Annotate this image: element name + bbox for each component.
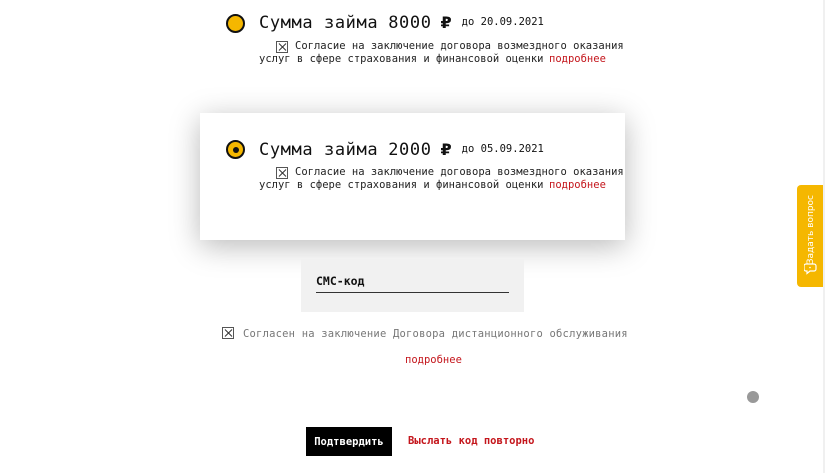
offer-radio-selected[interactable]: [226, 140, 245, 159]
consent-more-link[interactable]: подробнее: [549, 179, 606, 191]
consent-text-line2: услуг в сфере страхования и финансовой о…: [259, 53, 544, 65]
consent-more-link[interactable]: подробнее: [549, 53, 606, 65]
consent-text-line1: Согласие на заключение договора возмездн…: [295, 166, 624, 178]
offer-header: Сумма займа 2000 ₽ до 05.09.2021: [259, 140, 544, 160]
currency-sign: ₽: [440, 13, 452, 32]
resend-code-link[interactable]: Выслать код повторно: [408, 435, 534, 447]
scroll-handle[interactable]: [747, 391, 759, 403]
sms-code-field[interactable]: СМС-код: [301, 259, 524, 312]
amount-label: Сумма займа: [259, 13, 379, 33]
amount-value: 8000: [388, 13, 432, 33]
currency-sign: ₽: [440, 140, 452, 159]
remote-service-agreement-checkbox[interactable]: [222, 327, 234, 339]
insurance-consent-checkbox[interactable]: [276, 41, 288, 53]
amount-label: Сумма займа: [259, 140, 379, 160]
agreement-more-link[interactable]: подробнее: [405, 354, 462, 366]
amount-value: 2000: [388, 140, 432, 160]
consent-text-line1: Согласие на заключение договора возмездн…: [295, 40, 624, 52]
due-date: до 05.09.2021: [461, 143, 544, 155]
offer-radio-unselected[interactable]: [226, 14, 245, 33]
ask-question-tab[interactable]: Задать вопрос: [797, 185, 825, 287]
chat-question-icon: [804, 263, 817, 275]
offer-header: Сумма займа 8000 ₽ до 20.09.2021: [259, 13, 544, 33]
insurance-consent-checkbox[interactable]: [276, 167, 288, 179]
sms-code-label: СМС-код: [316, 274, 365, 288]
consent-text-line2: услуг в сфере страхования и финансовой о…: [259, 179, 544, 191]
due-date: до 20.09.2021: [461, 16, 544, 28]
confirm-button[interactable]: Подтвердить: [306, 427, 392, 456]
remote-service-agreement-text: Согласен на заключение Договора дистанци…: [243, 328, 628, 340]
sms-code-underline: [316, 292, 509, 293]
ask-question-label: Задать вопрос: [806, 195, 816, 265]
